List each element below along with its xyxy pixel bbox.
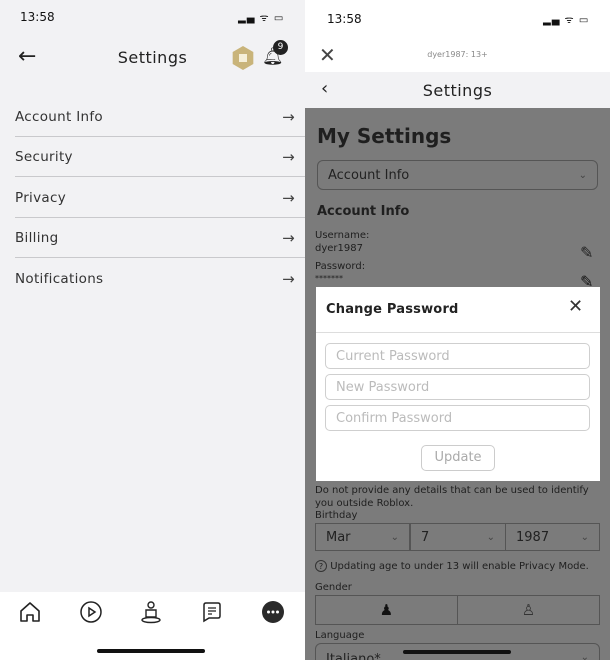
play-icon[interactable]: [79, 600, 103, 624]
menu-label: Privacy: [15, 189, 66, 206]
current-password-input[interactable]: [325, 343, 590, 369]
browser-title: dyer1987: 13+: [427, 50, 488, 59]
chevron-down-icon: ⌄: [486, 531, 495, 543]
menu-label: Billing: [15, 229, 59, 246]
edit-username-icon[interactable]: ✎: [580, 243, 593, 262]
notification-badge: 9: [273, 40, 288, 55]
gender-label: Gender: [315, 582, 352, 593]
modal-close-icon[interactable]: ✕: [568, 296, 583, 317]
more-icon[interactable]: [261, 600, 285, 624]
birthday-label: Birthday: [315, 510, 358, 521]
password-value: *******: [315, 274, 343, 283]
birthday-day-select[interactable]: 7 ⌄: [410, 523, 506, 551]
day-value: 7: [421, 529, 430, 545]
arrow-right-icon: →: [282, 228, 295, 247]
menu-item-privacy[interactable]: Privacy →: [15, 178, 305, 218]
section-select[interactable]: Account Info ⌄: [317, 160, 598, 190]
age-note-text: Updating age to under 13 will enable Pri…: [330, 561, 589, 572]
language-value: Italiano*: [326, 652, 381, 660]
section-select-value: Account Info: [328, 167, 410, 183]
age-note: ? Updating age to under 13 will enable P…: [315, 560, 610, 572]
status-icons: ▂▄ ᯤ ▭: [543, 15, 590, 26]
year-value: 1987: [516, 529, 550, 545]
menu-item-security[interactable]: Security →: [15, 137, 305, 177]
chat-icon[interactable]: [200, 600, 224, 624]
modal-title: Change Password: [326, 302, 459, 317]
section-heading: Account Info: [317, 204, 410, 219]
home-indicator: [403, 650, 511, 654]
status-icons: ▂▄ ᯤ ▭: [238, 13, 285, 24]
chevron-down-icon: ⌄: [580, 652, 589, 660]
birthday-year-select[interactable]: 1987 ⌄: [505, 523, 600, 551]
language-label: Language: [315, 630, 365, 641]
help-icon[interactable]: ?: [315, 560, 327, 572]
male-icon: ♟: [379, 601, 394, 619]
menu-item-billing[interactable]: Billing →: [15, 218, 305, 258]
home-icon[interactable]: [18, 600, 42, 624]
month-value: Mar: [326, 529, 351, 545]
menu-item-notifications[interactable]: Notifications →: [15, 259, 305, 299]
roblox-web-settings-screen: 13:58 ▂▄ ᯤ ▭ ✕ dyer1987: 13+ ‹ Settings …: [305, 0, 610, 660]
chevron-down-icon: ⌄: [578, 169, 587, 181]
my-settings-title: My Settings: [317, 124, 452, 148]
female-icon: ♙: [521, 601, 536, 619]
username-label: Username:: [315, 230, 370, 241]
home-indicator: [97, 649, 205, 653]
avatar-icon[interactable]: [139, 600, 163, 624]
page-title: Settings: [117, 48, 188, 67]
confirm-password-input[interactable]: [325, 405, 590, 431]
menu-label: Security: [15, 148, 73, 165]
arrow-right-icon: →: [282, 107, 295, 126]
status-time: 13:58: [327, 12, 362, 26]
roblox-app-settings-screen: 13:58 ▂▄ ᯤ ▭ ← Settings 🔔︎ 9 Account Inf…: [0, 0, 305, 660]
description-hint: Do not provide any details that can be u…: [315, 485, 589, 509]
chevron-down-icon: ⌄: [390, 531, 399, 543]
gender-male-button[interactable]: ♟: [315, 595, 458, 625]
arrow-right-icon: →: [282, 270, 295, 288]
menu-item-account-info[interactable]: Account Info →: [15, 97, 305, 137]
birthday-month-select[interactable]: Mar ⌄: [315, 523, 410, 551]
update-button[interactable]: Update: [421, 445, 495, 471]
password-label: Password:: [315, 261, 366, 272]
menu-label: Account Info: [15, 108, 103, 125]
status-time: 13:58: [20, 10, 55, 24]
menu-label: Notifications: [15, 271, 104, 287]
arrow-right-icon: →: [282, 147, 295, 166]
arrow-right-icon: →: [282, 188, 295, 207]
bottom-nav: [0, 592, 305, 660]
change-password-modal: Change Password ✕ Update: [316, 287, 600, 481]
gender-female-button[interactable]: ♙: [457, 595, 600, 625]
new-password-input[interactable]: [325, 374, 590, 400]
chevron-down-icon: ⌄: [580, 531, 589, 543]
header-title: Settings: [422, 81, 493, 100]
username-value: dyer1987: [315, 243, 363, 254]
